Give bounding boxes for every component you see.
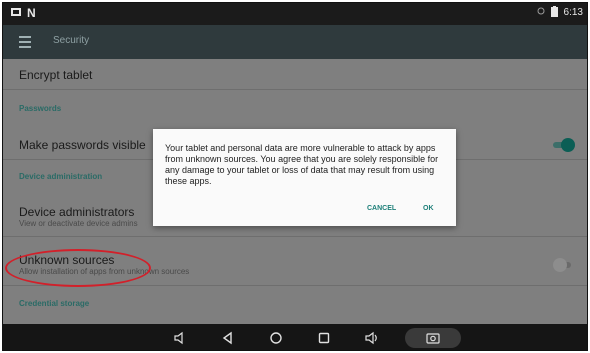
navigation-bar: [3, 324, 587, 350]
device-administrators-summary: View or deactivate device admins: [19, 219, 138, 228]
unknown-sources-toggle[interactable]: [553, 258, 575, 272]
recents-icon[interactable]: [317, 331, 331, 345]
make-passwords-visible-item[interactable]: Make passwords visible: [19, 138, 146, 152]
cancel-button[interactable]: CANCEL: [367, 205, 396, 212]
unknown-sources-warning-dialog: Your tablet and personal data are more v…: [153, 129, 456, 226]
back-icon[interactable]: [221, 331, 235, 345]
page-title: Security: [53, 35, 90, 46]
device-administrators-item[interactable]: Device administrators View or deactivate…: [19, 205, 138, 228]
screenshot-icon: [426, 331, 440, 345]
screenshot-button[interactable]: [405, 328, 461, 348]
ok-button[interactable]: OK: [423, 205, 434, 212]
volume-up-icon[interactable]: [365, 331, 379, 345]
hamburger-menu-icon[interactable]: [19, 33, 35, 49]
passwords-header: Passwords: [19, 104, 62, 113]
tablet-screen: N 6:13 Security Encrypt tablet Passwords…: [2, 2, 588, 351]
battery-icon: [550, 6, 558, 20]
device-administrators-label: Device administrators: [19, 205, 135, 219]
notification-icon: [537, 6, 545, 20]
encrypt-tablet-label: Encrypt tablet: [19, 68, 93, 82]
app-toolbar: Security: [3, 25, 587, 59]
divider: [3, 236, 587, 237]
make-passwords-visible-toggle[interactable]: [553, 138, 575, 152]
annotation-circle: [5, 249, 151, 287]
volume-down-icon[interactable]: [173, 331, 187, 345]
make-passwords-visible-label: Make passwords visible: [19, 138, 146, 152]
home-icon[interactable]: [269, 331, 283, 345]
status-bar: N 6:13: [3, 3, 587, 25]
n-icon: N: [27, 6, 36, 20]
device-administration-header: Device administration: [19, 172, 103, 181]
divider: [3, 89, 587, 90]
image-icon: [11, 6, 21, 20]
credential-storage-header: Credential storage: [19, 299, 90, 308]
dialog-message: Your tablet and personal data are more v…: [165, 143, 439, 186]
clock: 6:13: [563, 7, 583, 18]
encrypt-tablet-item[interactable]: Encrypt tablet: [19, 68, 92, 82]
